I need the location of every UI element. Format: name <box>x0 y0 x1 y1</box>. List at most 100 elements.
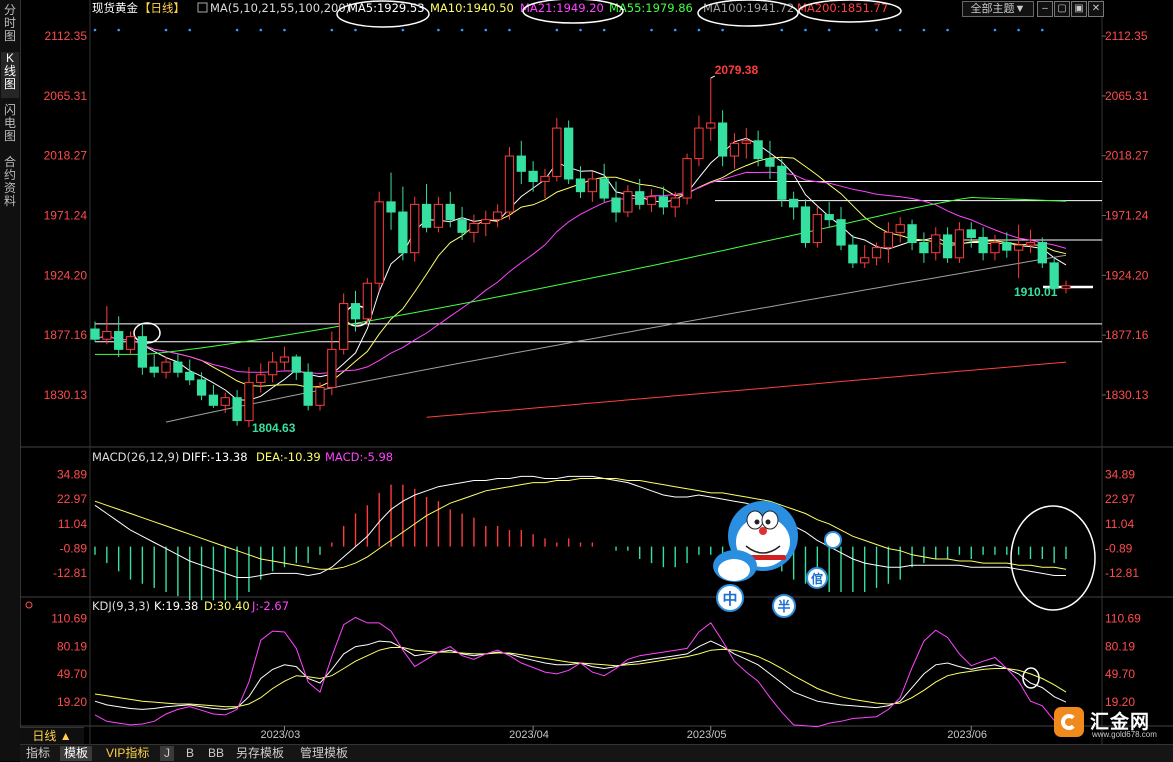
price-tick-left: 1877.16 <box>44 328 88 342</box>
candle-up <box>267 361 278 376</box>
candle-down <box>398 211 408 254</box>
candle-up <box>646 196 657 205</box>
candle-up <box>1013 244 1024 251</box>
price-tick-right: 2065.31 <box>1105 89 1149 103</box>
macd-tick-left: 34.89 <box>57 468 87 482</box>
candle-up <box>256 374 266 383</box>
marker-dot <box>922 28 926 32</box>
time-tick-label: 2023/03 <box>260 729 300 741</box>
candle-up <box>895 224 905 233</box>
theme-dropdown[interactable]: 全部主题▼ <box>962 1 1034 17</box>
candle-down <box>789 198 799 208</box>
time-tick-label: 2023/05 <box>687 729 727 741</box>
candle-down <box>658 196 669 208</box>
kdj-tick-right: 110.69 <box>1105 612 1141 626</box>
tab-save-template[interactable]: 另存模板 <box>232 746 288 761</box>
tab-contract-info[interactable]: 合约资料 <box>1 156 19 212</box>
kdj-settings-icon[interactable] <box>25 601 33 609</box>
marker-dot <box>484 28 488 32</box>
logo-url: www.gold678.com <box>1092 730 1157 739</box>
marker-dot <box>602 28 606 32</box>
ma100-line <box>165 254 1067 423</box>
j-line <box>94 616 1067 728</box>
candle-down <box>919 242 929 254</box>
candle-up <box>871 247 882 259</box>
marker-dot <box>993 28 997 32</box>
marker-dot <box>579 28 582 32</box>
candle-down <box>599 178 609 199</box>
mascot-char-1: 中 <box>722 590 737 608</box>
candle-up <box>540 175 550 182</box>
marker-dot <box>1017 28 1020 32</box>
price-tick-right: 1830.13 <box>1105 388 1149 402</box>
candle-down <box>717 122 728 157</box>
candle-down <box>421 203 432 228</box>
ma55-line <box>95 196 1067 355</box>
logo-icon <box>1054 707 1084 737</box>
tab-kline[interactable]: K线图 <box>1 52 19 98</box>
tab-vip-indicators[interactable]: VIP指标 <box>102 746 153 761</box>
macd-tick-right: 22.97 <box>1105 492 1135 506</box>
marker-dot <box>259 28 263 32</box>
kdj-title: KDJ(9,3,3) <box>92 599 150 613</box>
ma200-value: MA200:1851.77 <box>797 1 888 15</box>
period-tag: 【日线】 <box>139 1 185 15</box>
ma10-value: MA10:1940.50 <box>430 1 514 15</box>
marker-dot <box>460 28 464 32</box>
tab-manage-template[interactable]: 管理模板 <box>296 746 352 761</box>
tab-b[interactable]: B <box>182 746 198 761</box>
k-line <box>94 640 1067 710</box>
macd-value: MACD:-5.98 <box>325 450 393 464</box>
marker-dot <box>804 28 807 32</box>
macd-tick-left: 11.04 <box>58 517 87 531</box>
kdj-d: D:30.40 <box>204 599 250 613</box>
tab-bb[interactable]: BB <box>204 746 228 761</box>
candle-down <box>800 206 811 244</box>
marker-dot <box>946 28 949 32</box>
restore-icon[interactable]: ▢ <box>1054 1 1070 17</box>
candle-up <box>433 203 444 228</box>
tab-indicators[interactable]: 指标 <box>22 746 54 761</box>
minimize-icon[interactable]: – <box>1037 1 1053 17</box>
period-button[interactable]: 日线 ▲ <box>20 727 84 745</box>
candle-down <box>753 140 763 160</box>
candle-down <box>457 219 467 233</box>
price-tick-left: 1830.13 <box>44 388 88 402</box>
close-icon[interactable]: ✕ <box>1088 1 1104 17</box>
candle-down <box>978 236 988 254</box>
candle-down <box>575 178 586 193</box>
tab-template[interactable]: 模板 <box>60 746 93 761</box>
marker-dot <box>827 28 831 32</box>
marker-dot <box>875 28 878 32</box>
marker-dot <box>117 28 120 32</box>
marker-dot <box>354 28 357 32</box>
macd-dea: DEA:-10.39 <box>256 450 321 464</box>
candle-up <box>481 219 491 224</box>
settings-icon[interactable] <box>197 2 208 13</box>
candle-down <box>185 371 195 381</box>
candle-up <box>220 397 230 406</box>
tab-j[interactable]: J <box>160 746 174 761</box>
candle-down <box>907 224 917 244</box>
high-label: 2079.38 <box>715 63 759 77</box>
candle-up <box>492 211 503 221</box>
candle-up <box>1061 285 1071 289</box>
tab-flash[interactable]: 闪电图 <box>1 104 19 148</box>
instrument-name: 现货黄金 <box>92 1 138 15</box>
candle-down <box>90 328 100 340</box>
kdj-j: J:-2.67 <box>251 599 289 613</box>
candle-up <box>410 203 420 254</box>
kdj-tick-left: 110.69 <box>51 612 87 626</box>
candle-up <box>706 122 716 129</box>
highlight-ellipses <box>133 0 1096 689</box>
time-tick-label: 2023/06 <box>947 729 987 741</box>
candle-up <box>469 222 479 233</box>
marker-dot <box>555 28 559 32</box>
macd-tick-right: 11.04 <box>1105 517 1134 531</box>
low-label: 1804.63 <box>252 421 296 435</box>
price-tick-right: 2112.35 <box>1105 29 1148 43</box>
site-logo: 汇金网 www.gold678.com <box>1052 705 1170 741</box>
bottom-toolbar: 指标 模板 VIP指标 J B BB 另存模板 管理模板 <box>20 744 1173 762</box>
maximize-icon[interactable]: ▣ <box>1071 1 1087 17</box>
tab-timeshare[interactable]: 分时图 <box>1 4 19 44</box>
